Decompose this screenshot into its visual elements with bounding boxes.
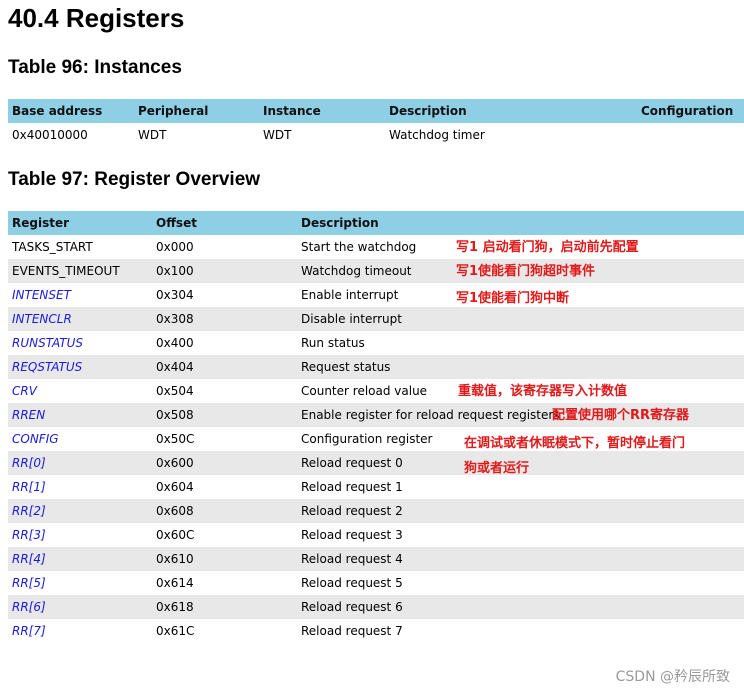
register-link[interactable]: RR[7] <box>12 624 46 638</box>
instances-caption: Table 96: Instances <box>8 57 182 78</box>
cell-offset: 0x100 <box>152 259 297 283</box>
annotation-crv: 重载值，该寄存器写入计数值 <box>458 384 628 399</box>
col-base-address: Base address <box>8 99 134 123</box>
register-link[interactable]: CRV <box>12 384 37 398</box>
section-title: 40.4 Registers <box>8 3 185 33</box>
cell-register: TASKS_START <box>12 240 93 254</box>
register-link[interactable]: INTENCLR <box>12 312 72 326</box>
cell-description: Request status <box>297 355 744 379</box>
table-row: RR[3] 0x60C Reload request 3 <box>8 523 744 547</box>
annotation-events-timeout: 写1使能看门狗超时事件 <box>456 264 596 279</box>
table-row: RR[6] 0x618 Reload request 6 <box>8 595 744 619</box>
register-link[interactable]: RR[0] <box>12 456 46 470</box>
table-row: 0x40010000 WDT WDT Watchdog timer <box>8 123 744 147</box>
col-instance: Instance <box>259 99 385 123</box>
cell-offset: 0x50C <box>156 432 195 446</box>
col-description: Description <box>297 211 744 235</box>
annotation-config-line2: 狗或者运行 <box>464 461 530 476</box>
overview-header-row: Register Offset Description <box>8 211 744 235</box>
overview-caption: Table 97: Register Overview <box>8 169 261 190</box>
register-link[interactable]: RR[5] <box>12 576 46 590</box>
cell-register: RR[5] <box>8 571 152 595</box>
table-row: RR[1] 0x604 Reload request 1 <box>8 475 744 499</box>
cell-register: RUNSTATUS <box>8 331 152 355</box>
register-link[interactable]: RR[3] <box>12 528 46 542</box>
annotation-tasks-start: 写1 启动看门狗，启动前先配置 <box>456 240 639 255</box>
annotation-rren: 配置使用哪个RR寄存器 <box>552 408 690 423</box>
watermark: CSDN @矜辰所致 <box>615 669 730 685</box>
table-row: RR[7] 0x61C Reload request 7 <box>8 619 744 643</box>
register-link[interactable]: REQSTATUS <box>12 360 82 374</box>
cell-register: RR[6] <box>8 595 152 619</box>
cell-offset: 0x400 <box>156 336 194 350</box>
table-row: RR[5] 0x614 Reload request 5 <box>8 571 744 595</box>
cell-register: INTENCLR <box>8 307 152 331</box>
cell-offset: 0x61C <box>156 624 195 638</box>
col-configuration: Configuration <box>637 99 744 123</box>
annotation-config-line1: 在调试或者休眠模式下，暂时停止看门 <box>464 436 686 451</box>
register-link[interactable]: RR[4] <box>12 552 46 566</box>
cell-offset: 0x604 <box>156 480 194 494</box>
cell-description: Reload request 7 <box>301 624 403 638</box>
cell-description: Reload request 4 <box>297 547 744 571</box>
register-link[interactable]: CONFIG <box>12 432 59 446</box>
cell-base-address: 0x40010000 <box>12 128 88 142</box>
table-row: CRV 0x504 Counter reload value <box>8 379 744 403</box>
cell-configuration <box>637 123 744 147</box>
cell-offset: 0x614 <box>156 576 194 590</box>
table-row: RUNSTATUS 0x400 Run status <box>8 331 744 355</box>
cell-offset: 0x600 <box>152 451 297 475</box>
cell-register: RR[2] <box>8 499 152 523</box>
cell-register: RR[1] <box>8 475 152 499</box>
cell-offset: 0x308 <box>152 307 297 331</box>
cell-offset: 0x000 <box>156 240 194 254</box>
table-row: REQSTATUS 0x404 Request status <box>8 355 744 379</box>
table-row: RR[2] 0x608 Reload request 2 <box>8 499 744 523</box>
cell-register: INTENSET <box>8 283 152 307</box>
table-row: EVENTS_TIMEOUT 0x100 Watchdog timeout <box>8 259 744 283</box>
cell-offset: 0x404 <box>152 355 297 379</box>
register-link[interactable]: INTENSET <box>12 288 71 302</box>
col-register: Register <box>8 211 152 235</box>
cell-description: Reload request 3 <box>301 528 403 542</box>
instances-table: Base address Peripheral Instance Descrip… <box>8 99 744 147</box>
cell-register: REQSTATUS <box>8 355 152 379</box>
table-row: INTENSET 0x304 Enable interrupt <box>8 283 744 307</box>
col-offset: Offset <box>152 211 297 235</box>
col-peripheral: Peripheral <box>134 99 259 123</box>
cell-register: RR[7] <box>8 619 152 643</box>
cell-description: Reload request 6 <box>297 595 744 619</box>
cell-instance: WDT <box>263 128 292 142</box>
table-row: RR[4] 0x610 Reload request 4 <box>8 547 744 571</box>
cell-peripheral: WDT <box>138 128 167 142</box>
instances-header-row: Base address Peripheral Instance Descrip… <box>8 99 744 123</box>
cell-description: Reload request 5 <box>301 576 403 590</box>
register-link[interactable]: RR[6] <box>12 600 46 614</box>
cell-register: RR[4] <box>8 547 152 571</box>
cell-register: RR[0] <box>8 451 152 475</box>
col-description: Description <box>385 99 637 123</box>
register-link[interactable]: RR[2] <box>12 504 46 518</box>
cell-register: RR[3] <box>8 523 152 547</box>
annotation-intenset: 写1使能看门狗中断 <box>456 291 570 306</box>
cell-register: RREN <box>8 403 152 427</box>
cell-register: CONFIG <box>8 427 152 451</box>
cell-offset: 0x60C <box>156 528 195 542</box>
cell-offset: 0x610 <box>152 547 297 571</box>
cell-description: Watchdog timer <box>389 128 485 142</box>
cell-description: Run status <box>301 336 365 350</box>
register-link[interactable]: RUNSTATUS <box>12 336 83 350</box>
cell-register: EVENTS_TIMEOUT <box>8 259 152 283</box>
cell-offset: 0x304 <box>156 288 194 302</box>
register-link[interactable]: RR[1] <box>12 480 46 494</box>
cell-offset: 0x618 <box>152 595 297 619</box>
table-row: INTENCLR 0x308 Disable interrupt <box>8 307 744 331</box>
cell-register: CRV <box>8 379 152 403</box>
cell-offset: 0x504 <box>156 384 194 398</box>
register-link[interactable]: RREN <box>12 408 45 422</box>
cell-description: Reload request 2 <box>297 499 744 523</box>
cell-offset: 0x608 <box>152 499 297 523</box>
cell-offset: 0x508 <box>152 403 297 427</box>
